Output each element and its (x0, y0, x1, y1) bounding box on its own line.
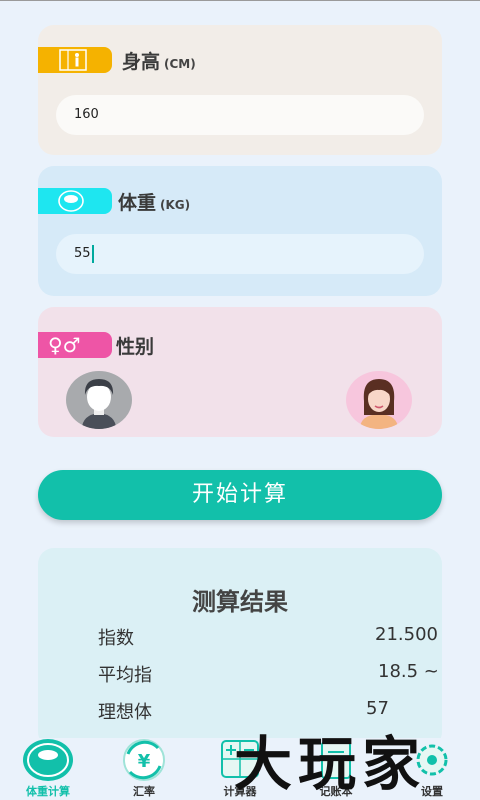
weight-title: 体重 (KG) (118, 188, 190, 215)
result-value: 57 (366, 698, 389, 719)
gender-title-text: 性别 (116, 336, 155, 358)
weight-input[interactable]: 55 (56, 234, 424, 274)
result-row-ideal: 理想体 57 (98, 698, 442, 724)
tab-label: 汇率 (133, 785, 155, 798)
male-avatar[interactable] (66, 371, 132, 429)
result-title: 测算结果 (192, 588, 288, 616)
female-avatar[interactable] (346, 371, 412, 429)
status-bar-divider (0, 0, 480, 1)
svg-text:¥: ¥ (138, 751, 151, 772)
start-calculate-button[interactable]: 开始计算 (38, 470, 442, 520)
result-row-average: 平均指 18.5 ~ (98, 661, 442, 687)
weight-card: 体重 (KG) 55 (38, 166, 442, 296)
gender-card: ♀♂ 性别 (38, 307, 442, 437)
height-title: 身高 (CM) (122, 47, 196, 74)
result-label: 理想体 (98, 702, 152, 723)
result-value: 21.500 (375, 624, 438, 645)
height-value: 160 (74, 107, 99, 122)
tab-exchange-rate[interactable]: ¥ 汇率 (96, 738, 192, 800)
gender-tag: ♀♂ (38, 332, 112, 358)
weight-title-text: 体重 (118, 192, 157, 214)
weight-tag (38, 188, 112, 214)
result-value: 18.5 ~ (378, 661, 439, 682)
scale-icon (58, 190, 84, 212)
height-tag (38, 47, 112, 73)
weight-value: 55 (74, 246, 91, 261)
watermark: 大玩家 (234, 730, 427, 798)
tab-weight-calc[interactable]: 体重计算 (0, 738, 96, 800)
result-label: 指数 (98, 628, 134, 649)
height-ruler-icon (59, 49, 87, 71)
height-unit: (CM) (164, 57, 196, 71)
result-label: 平均指 (98, 665, 152, 686)
height-title-text: 身高 (122, 51, 161, 73)
female-avatar-icon (360, 379, 398, 429)
result-card: 测算结果 指数 21.500 平均指 18.5 ~ 理想体 57 (38, 548, 442, 748)
gender-title: 性别 (116, 332, 154, 359)
tab-label: 体重计算 (26, 785, 70, 798)
text-caret (91, 244, 94, 263)
weight-unit: (KG) (160, 198, 191, 212)
yen-exchange-icon: ¥ (123, 739, 165, 781)
result-row-index: 指数 21.500 (98, 624, 442, 650)
scale-icon (23, 739, 73, 781)
height-input[interactable]: 160 (56, 95, 424, 135)
height-card: 身高 (CM) 160 (38, 25, 442, 155)
gender-symbol-icon: ♀♂ (48, 333, 81, 357)
male-avatar-icon (82, 379, 116, 429)
